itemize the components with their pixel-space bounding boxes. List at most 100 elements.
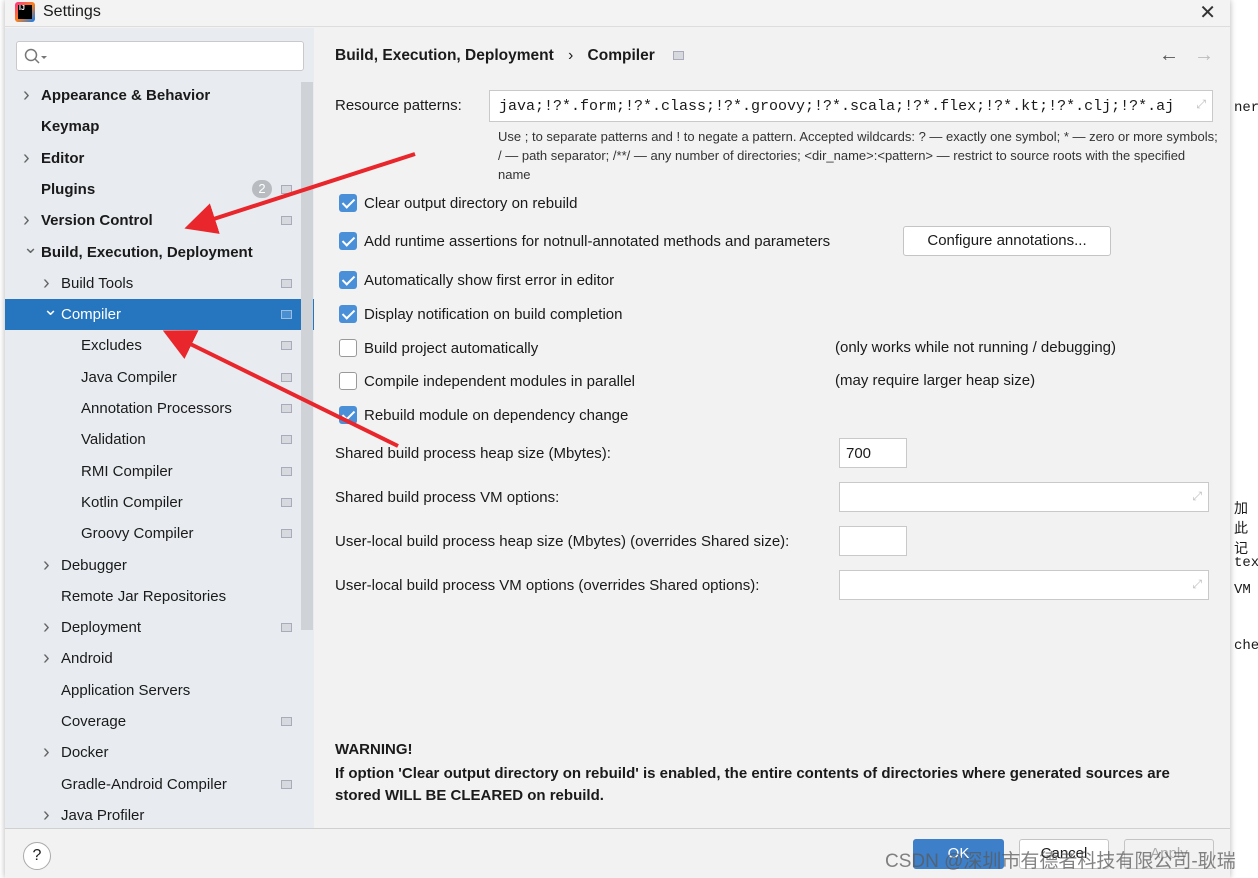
- sidebar-item-label: Keymap: [41, 118, 100, 136]
- sidebar-item[interactable]: › Java Profiler: [5, 800, 314, 831]
- resource-patterns-hint: Use ; to separate patterns and ! to nega…: [498, 129, 1218, 182]
- chevron-right-icon[interactable]: ›: [43, 737, 55, 768]
- sidebar-item[interactable]: › Docker: [5, 737, 314, 768]
- option-label[interactable]: Display notification on build completion: [364, 306, 622, 323]
- field-input[interactable]: ⤢: [839, 570, 1209, 600]
- window-title: Settings: [43, 3, 101, 20]
- bg-text: VM: [1234, 582, 1251, 598]
- project-scope-icon: [281, 435, 292, 445]
- sidebar-item-label: Annotation Processors: [81, 400, 232, 417]
- breadcrumb-separator: ›: [568, 47, 574, 64]
- sidebar-item[interactable]: Excludes: [5, 330, 314, 361]
- sidebar-item[interactable]: ⌄ Compiler: [5, 299, 314, 331]
- sidebar-item-label: Build, Execution, Deployment: [41, 243, 253, 261]
- field-label: User-local build process VM options (ove…: [335, 577, 760, 594]
- resource-patterns-input[interactable]: java;!?*.form;!?*.class;!?*.groovy;!?*.s…: [489, 90, 1213, 122]
- chevron-right-icon[interactable]: ›: [43, 800, 55, 831]
- field-input[interactable]: ⤢: [839, 482, 1209, 512]
- project-scope-icon: [281, 497, 292, 507]
- breadcrumb-current: Compiler: [587, 47, 655, 64]
- sidebar-scrollbar[interactable]: [301, 82, 313, 630]
- back-arrow-icon[interactable]: ←: [1159, 44, 1179, 67]
- sidebar-item[interactable]: Keymap: [5, 111, 314, 142]
- bg-text: 加此记: [1234, 500, 1248, 556]
- field-label: User-local build process heap size (Mbyt…: [335, 533, 790, 550]
- checkbox[interactable]: [339, 271, 357, 289]
- warning-text: If option 'Clear output directory on reb…: [335, 765, 1170, 804]
- project-scope-icon: [281, 310, 292, 320]
- field-input[interactable]: [839, 526, 907, 556]
- expand-icon[interactable]: ⤢: [1192, 489, 1202, 504]
- sidebar-item[interactable]: Kotlin Compiler: [5, 487, 314, 518]
- field-label: Shared build process VM options:: [335, 489, 560, 506]
- chevron-right-icon[interactable]: ›: [23, 80, 35, 111]
- sidebar-item[interactable]: RMI Compiler: [5, 456, 314, 487]
- sidebar-item-label: Java Compiler: [81, 368, 177, 386]
- sidebar-item-label: Plugins: [41, 180, 96, 198]
- sidebar-item-label: RMI Compiler: [81, 462, 173, 480]
- sidebar-item[interactable]: Application Servers: [5, 675, 314, 706]
- checkbox[interactable]: [339, 339, 357, 357]
- project-scope-icon: [281, 466, 292, 476]
- option-note: (may require larger heap size): [835, 372, 1036, 389]
- checkbox[interactable]: [339, 406, 357, 424]
- sidebar-item[interactable]: Remote Jar Repositories: [5, 581, 314, 612]
- sidebar-item[interactable]: Annotation Processors: [5, 393, 314, 424]
- chevron-down-icon[interactable]: ⌄: [23, 232, 38, 263]
- sidebar-item-label: Groovy Compiler: [81, 525, 194, 543]
- intellij-logo-icon: IJ: [15, 2, 35, 22]
- sidebar-item[interactable]: Coverage: [5, 706, 314, 737]
- sidebar-item[interactable]: › Deployment: [5, 612, 314, 643]
- project-scope-icon: [281, 623, 292, 633]
- option-label[interactable]: Compile independent modules in parallel: [364, 373, 635, 390]
- option-note: (only works while not running / debuggin…: [835, 339, 1116, 356]
- bg-text: ner: [1234, 100, 1258, 116]
- sidebar-item[interactable]: Java Compiler: [5, 362, 314, 393]
- option-label[interactable]: Build project automatically: [364, 340, 538, 357]
- project-scope-icon: [281, 278, 292, 288]
- option-label[interactable]: Add runtime assertions for notnull-annot…: [364, 233, 830, 250]
- sidebar-item[interactable]: ⌄ Build, Execution, Deployment: [5, 237, 314, 268]
- title-bar: IJ Settings ✕: [5, 0, 1230, 27]
- expand-icon[interactable]: ⤢: [1196, 97, 1206, 112]
- checkbox[interactable]: [339, 372, 357, 390]
- chevron-right-icon[interactable]: ›: [23, 143, 35, 174]
- watermark: CSDN @深圳市有德者科技有限公司-耿瑞: [885, 851, 1236, 872]
- close-icon[interactable]: ✕: [1199, 0, 1216, 25]
- search-input[interactable]: [16, 41, 304, 71]
- sidebar-item[interactable]: › Version Control: [5, 205, 314, 236]
- sidebar-item[interactable]: › Debugger: [5, 550, 314, 581]
- sidebar-item[interactable]: › Android: [5, 643, 314, 674]
- checkbox[interactable]: [339, 305, 357, 323]
- configure-annotations-button[interactable]: Configure annotations...: [903, 226, 1111, 256]
- breadcrumb: Build, Execution, Deployment › Compiler: [335, 47, 685, 65]
- option-label[interactable]: Automatically show first error in editor: [364, 272, 614, 289]
- bg-text: tex: [1234, 555, 1258, 571]
- sidebar-item-label: Remote Jar Repositories: [61, 587, 227, 605]
- project-scope-icon: [281, 216, 292, 226]
- sidebar-item-label: Appearance & Behavior: [41, 87, 211, 104]
- chevron-down-icon[interactable]: ⌄: [43, 294, 58, 325]
- sidebar-item[interactable]: › Appearance & Behavior: [5, 80, 314, 111]
- help-button[interactable]: ?: [23, 842, 51, 870]
- chevron-right-icon[interactable]: ›: [43, 550, 55, 581]
- expand-icon[interactable]: ⤢: [1192, 577, 1202, 592]
- sidebar-item-label: Kotlin Compiler: [81, 493, 183, 511]
- option-label[interactable]: Clear output directory on rebuild: [364, 195, 577, 212]
- sidebar-item[interactable]: › Editor: [5, 143, 314, 174]
- option-label[interactable]: Rebuild module on dependency change: [364, 407, 628, 424]
- breadcrumb-parent[interactable]: Build, Execution, Deployment: [335, 47, 554, 64]
- sidebar-item-label: Excludes: [81, 337, 142, 355]
- sidebar-item[interactable]: Validation: [5, 424, 314, 455]
- sidebar-item[interactable]: Plugins 2: [5, 174, 314, 205]
- forward-arrow-icon[interactable]: →: [1194, 44, 1214, 67]
- sidebar-item[interactable]: Groovy Compiler: [5, 518, 314, 549]
- chevron-right-icon[interactable]: ›: [43, 612, 55, 643]
- sidebar-item-label: Build Tools: [61, 274, 134, 292]
- checkbox[interactable]: [339, 194, 357, 212]
- sidebar-item-label: Compiler: [61, 306, 122, 324]
- sidebar-item[interactable]: Gradle-Android Compiler: [5, 769, 314, 800]
- field-input[interactable]: 700: [839, 438, 907, 468]
- checkbox[interactable]: [339, 232, 357, 250]
- chevron-right-icon[interactable]: ›: [43, 643, 55, 674]
